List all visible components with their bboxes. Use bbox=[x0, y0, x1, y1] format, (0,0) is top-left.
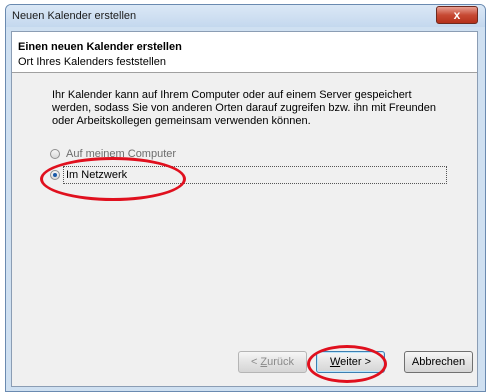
back-arrow-text: < bbox=[250, 356, 261, 368]
radio-label-network: Im Netzwerk bbox=[66, 169, 128, 181]
next-label: eiter > bbox=[340, 356, 372, 368]
next-button[interactable]: Weiter > bbox=[316, 351, 385, 373]
back-label: urück bbox=[267, 356, 295, 368]
title-bar[interactable]: Neuen Kalender erstellen x bbox=[6, 5, 485, 27]
close-icon: x bbox=[453, 8, 461, 22]
radio-label-computer: Auf meinem Computer bbox=[66, 148, 177, 160]
back-button[interactable]: < Zurück bbox=[238, 351, 307, 373]
wizard-header: Einen neuen Kalender erstellen Ort Ihres… bbox=[12, 32, 477, 73]
wizard-title: Einen neuen Kalender erstellen bbox=[18, 41, 182, 53]
description-text: Ihr Kalender kann auf Ihrem Computer ode… bbox=[52, 89, 437, 127]
radio-button-network[interactable] bbox=[50, 170, 60, 180]
close-button[interactable]: x bbox=[436, 6, 478, 24]
dialog-client-area: Einen neuen Kalender erstellen Ort Ihres… bbox=[11, 31, 478, 387]
cancel-button[interactable]: Abbrechen bbox=[404, 351, 473, 373]
wizard-subtitle: Ort Ihres Kalenders feststellen bbox=[18, 56, 166, 68]
window-title: Neuen Kalender erstellen bbox=[12, 10, 137, 22]
dialog-window: Neuen Kalender erstellen x Einen neuen K… bbox=[5, 4, 486, 392]
radio-button-computer[interactable] bbox=[50, 149, 60, 159]
next-accelerator: W bbox=[329, 356, 341, 368]
